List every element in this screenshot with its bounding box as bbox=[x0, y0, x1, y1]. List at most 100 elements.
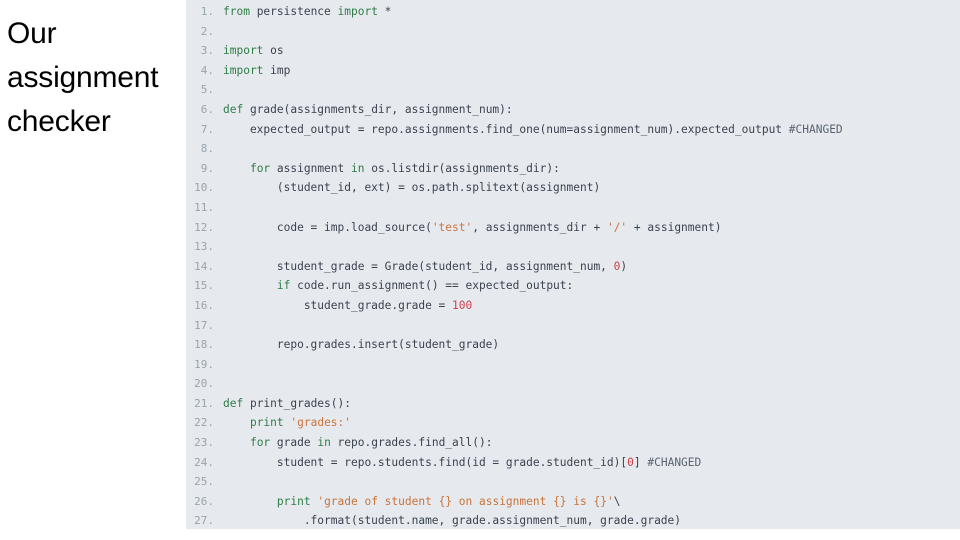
code-line-number: 14 bbox=[186, 257, 214, 277]
code-line: 8 bbox=[186, 139, 960, 159]
code-line: 24 student = repo.students.find(id = gra… bbox=[186, 453, 960, 473]
code-line-number: 23 bbox=[186, 433, 214, 453]
code-token-plain: * bbox=[377, 5, 392, 18]
code-token-plain: assignment bbox=[270, 161, 351, 175]
code-line: 14 student_grade = Grade(student_id, ass… bbox=[186, 257, 960, 277]
code-line-number: 16 bbox=[186, 296, 214, 316]
code-line-number: 12 bbox=[186, 218, 214, 238]
code-line: 13 bbox=[186, 237, 960, 257]
code-token-kw: in bbox=[351, 161, 365, 175]
code-token-kw: import bbox=[223, 63, 264, 77]
code-line: 21 def print_grades(): bbox=[186, 394, 960, 414]
code-token-str: 'grade of student {} on assignment {} is… bbox=[317, 494, 614, 508]
code-token-plain: student_grade.grade = bbox=[223, 298, 453, 312]
code-token-num: 0 bbox=[627, 455, 634, 469]
code-line-number: 21 bbox=[186, 394, 214, 414]
code-line-number: 13 bbox=[186, 237, 214, 257]
code-token-plain: repo.grades.insert(student_grade) bbox=[223, 338, 500, 352]
code-token-plain: grade(assignments_dir, assignment_num): bbox=[243, 102, 513, 116]
code-line: 9 for assignment in os.listdir(assignmen… bbox=[186, 159, 960, 179]
code-token-plain: ) bbox=[620, 259, 628, 273]
code-line-number: 22 bbox=[186, 413, 214, 433]
code-token-plain: grade bbox=[270, 436, 318, 450]
code-token-kw: from bbox=[223, 5, 250, 18]
code-line-number: 25 bbox=[186, 472, 214, 492]
code-token-num: 100 bbox=[452, 298, 473, 312]
code-line: 27 .format(student.name, grade.assignmen… bbox=[186, 511, 960, 529]
code-token-plain: student_grade = Grade(student_id, assign… bbox=[223, 259, 614, 273]
code-token-plain: print_grades(): bbox=[243, 396, 351, 410]
code-token-com: #CHANGED bbox=[788, 122, 843, 136]
code-line-number: 11 bbox=[186, 198, 214, 218]
code-token-plain: imp bbox=[263, 63, 291, 77]
code-line: 7 expected_output = repo.assignments.fin… bbox=[186, 120, 960, 140]
code-line-number: 7 bbox=[186, 120, 214, 140]
code-line: 10 (student_id, ext) = os.path.splitext(… bbox=[186, 178, 960, 198]
code-token-kw: import bbox=[223, 44, 264, 58]
code-token-kw: for bbox=[249, 436, 271, 450]
code-line-number: 1 bbox=[186, 2, 214, 22]
code-token-str: '/' bbox=[606, 220, 628, 234]
code-line-number: 6 bbox=[186, 100, 214, 120]
code-token-plain: persistence bbox=[249, 5, 338, 18]
code-line-number: 17 bbox=[186, 316, 214, 336]
code-token-kw: print bbox=[249, 416, 284, 430]
code-line: 26 print 'grade of student {} on assignm… bbox=[186, 492, 960, 512]
code-line: 19 bbox=[186, 355, 960, 375]
code-line-number: 10 bbox=[186, 178, 214, 198]
code-line: 22 print 'grades:' bbox=[186, 413, 960, 433]
code-line: 5 bbox=[186, 80, 960, 100]
code-token-kw: if bbox=[276, 279, 291, 293]
code-line: 25 bbox=[186, 472, 960, 492]
code-line-number: 26 bbox=[186, 492, 214, 512]
code-line-number: 18 bbox=[186, 335, 214, 355]
code-line-number: 24 bbox=[186, 453, 214, 473]
code-token-kw: def bbox=[223, 396, 244, 410]
code-line: 2 bbox=[186, 22, 960, 42]
code-listing: 1 from persistence import * 23 import os 4 im… bbox=[186, 0, 960, 529]
code-token-plain: code.run_assignment() == expected_output… bbox=[290, 279, 574, 293]
code-line-number: 15 bbox=[186, 276, 214, 296]
code-token-str: 'test' bbox=[431, 220, 473, 234]
code-line: 4 import imp bbox=[186, 61, 960, 81]
code-token-plain: (student_id, ext) = os.path.splitext(ass… bbox=[223, 181, 601, 195]
code-token-kw: def bbox=[223, 102, 244, 116]
code-line: 20 bbox=[186, 374, 960, 394]
code-line-number: 27 bbox=[186, 511, 214, 529]
code-token-plain: + assignment) bbox=[627, 220, 722, 234]
slide-canvas: Our assignment checker 1 from persistence… bbox=[0, 0, 960, 540]
code-line: 1 from persistence import * bbox=[186, 2, 960, 22]
code-line: 23 for grade in repo.grades.find_all(): bbox=[186, 433, 960, 453]
code-line-number: 9 bbox=[186, 159, 214, 179]
code-token-plain: repo.grades.find_all(): bbox=[330, 436, 493, 450]
code-line: 16 student_grade.grade = 100 bbox=[186, 296, 960, 316]
code-token-plain: , assignments_dir + bbox=[472, 220, 607, 234]
code-token-plain: os.listdir(assignments_dir): bbox=[364, 161, 560, 175]
code-line: 6 def grade(assignments_dir, assignment_n… bbox=[186, 100, 960, 120]
code-line-number: 20 bbox=[186, 374, 214, 394]
code-line: 11 bbox=[186, 198, 960, 218]
code-token-str: 'grades:' bbox=[290, 416, 352, 430]
code-line-number: 19 bbox=[186, 355, 214, 375]
code-block-panel: 1 from persistence import * 23 import os 4 im… bbox=[186, 0, 960, 529]
code-token-plain: ] bbox=[633, 455, 648, 469]
code-token-com: #CHANGED bbox=[647, 455, 702, 469]
code-line: 3 import os bbox=[186, 41, 960, 61]
code-token-plain: os bbox=[263, 44, 284, 58]
code-token-kw: import bbox=[337, 5, 378, 18]
code-line: 12 code = imp.load_source('test', assign… bbox=[186, 218, 960, 238]
code-token-plain: \ bbox=[613, 494, 621, 508]
code-token-plain: code = imp.load_source( bbox=[223, 220, 432, 234]
code-token-plain: student = repo.students.find(id = grade.… bbox=[223, 455, 628, 469]
code-line-number: 3 bbox=[186, 41, 214, 61]
code-line-number: 2 bbox=[186, 22, 214, 42]
code-line: 18 repo.grades.insert(student_grade) bbox=[186, 335, 960, 355]
code-line-number: 8 bbox=[186, 139, 214, 159]
code-token-kw: print bbox=[276, 494, 311, 508]
code-line-number: 5 bbox=[186, 80, 214, 100]
